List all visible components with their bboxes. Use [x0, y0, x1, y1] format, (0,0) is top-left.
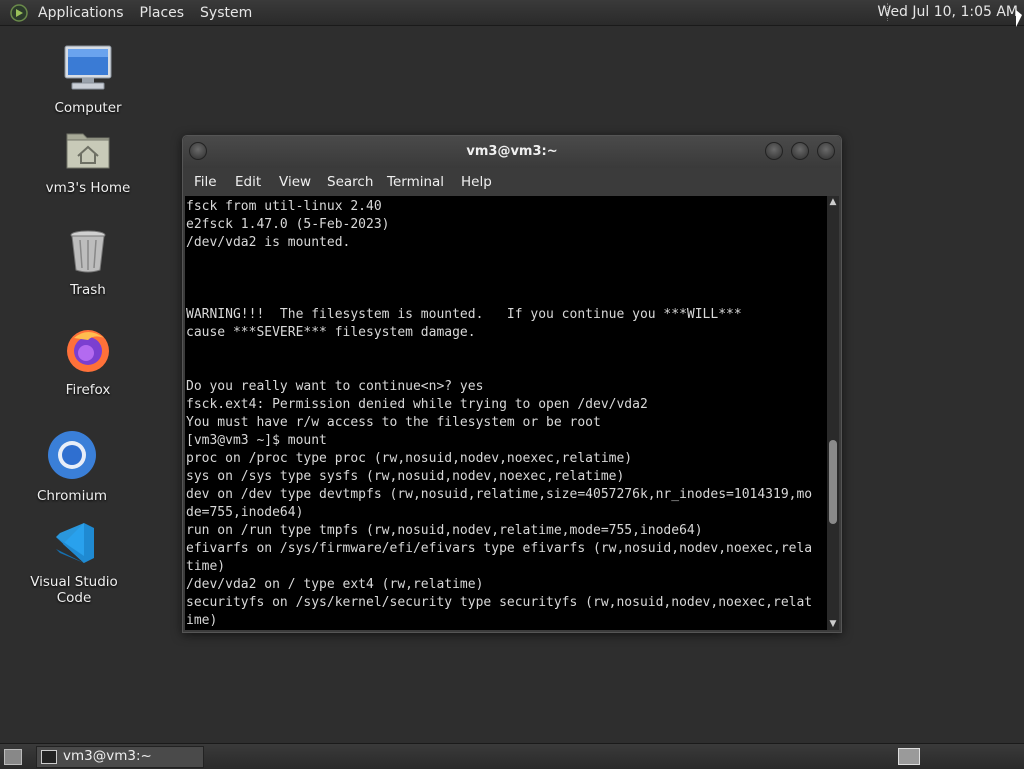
applications-menu[interactable]: Applications [30, 5, 132, 21]
trash-icon [70, 230, 106, 273]
desktop-icon-chromium[interactable]: Chromium [12, 430, 132, 504]
terminal-output: fsck from util-linux 2.40 e2fsck 1.47.0 … [186, 199, 813, 628]
distro-logo-icon[interactable] [10, 3, 28, 22]
home-folder-icon [66, 133, 110, 169]
desktop-icon-label: vm3's Home [45, 180, 131, 196]
computer-icon [64, 45, 112, 90]
terminal-icon [41, 750, 57, 764]
scrollbar-thumb[interactable] [829, 440, 837, 524]
chromium-icon [48, 431, 96, 479]
taskbar-item-label: vm3@vm3:~ [63, 748, 152, 764]
places-menu[interactable]: Places [132, 5, 193, 21]
show-desktop-icon[interactable] [4, 749, 22, 765]
scroll-up-arrow-icon[interactable]: ▲ [827, 196, 839, 208]
taskbar-item-terminal[interactable]: vm3@vm3:~ [36, 746, 204, 768]
menu-search[interactable]: Search [327, 174, 373, 190]
desktop-icon-vscode[interactable]: Visual Studio Code [14, 520, 134, 606]
scroll-down-arrow-icon[interactable]: ▼ [827, 618, 839, 630]
desktop-icon-label: Trash [70, 282, 106, 298]
desktop-icon-home[interactable]: vm3's Home [28, 128, 148, 196]
system-menu[interactable]: System [192, 5, 260, 21]
maximize-button[interactable] [791, 142, 809, 160]
window-title: vm3@vm3:~ [466, 144, 558, 159]
clock[interactable]: Wed Jul 10, 1:05 AM [877, 4, 1018, 20]
top-panel: Applications Places System Wed Jul 10, 1… [0, 0, 1024, 26]
desktop-icon-label: Firefox [65, 382, 111, 398]
vscode-icon [56, 523, 94, 563]
desktop-icon-label: Computer [54, 100, 122, 116]
desktop-icon-computer[interactable]: Computer [28, 44, 148, 116]
menu-terminal[interactable]: Terminal [387, 174, 444, 190]
terminal-output-area[interactable]: fsck from util-linux 2.40 e2fsck 1.47.0 … [185, 196, 827, 630]
menu-edit[interactable]: Edit [235, 174, 261, 190]
desktop-icon-label: Visual Studio Code [30, 574, 118, 606]
terminal-menubar: File Edit View Search Terminal Help [183, 168, 841, 196]
terminal-scrollbar[interactable]: ▲ ▼ [827, 196, 839, 630]
close-button[interactable] [817, 142, 835, 160]
window-titlebar[interactable]: vm3@vm3:~ [183, 136, 841, 168]
desktop-icon-trash[interactable]: Trash [28, 228, 148, 298]
menu-view[interactable]: View [279, 174, 311, 190]
menu-help[interactable]: Help [461, 174, 492, 190]
mouse-pointer-icon [1016, 10, 1022, 27]
menu-file[interactable]: File [194, 174, 217, 190]
desktop-icon-label: Chromium [36, 488, 108, 504]
minimize-button[interactable] [765, 142, 783, 160]
firefox-icon [67, 330, 109, 372]
terminal-window[interactable]: vm3@vm3:~ File Edit View Search Terminal… [182, 135, 842, 633]
desktop-icon-firefox[interactable]: Firefox [28, 326, 148, 398]
bottom-panel: vm3@vm3:~ [0, 743, 1024, 769]
workspace-switcher[interactable] [898, 748, 920, 765]
